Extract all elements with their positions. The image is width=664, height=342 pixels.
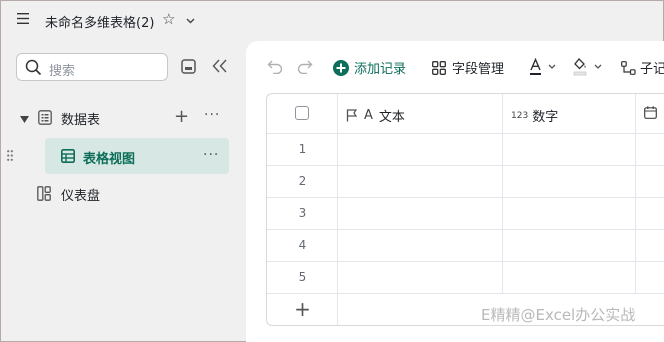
grid-view-icon — [61, 149, 75, 167]
table-row[interactable]: 2 — [267, 166, 664, 198]
star-icon[interactable]: ☆ — [162, 10, 175, 28]
cell-date[interactable] — [636, 230, 664, 261]
redo-icon[interactable] — [297, 60, 313, 74]
row-number: 1 — [298, 142, 307, 156]
table-row[interactable]: 1 — [267, 134, 664, 166]
font-color-button[interactable] — [529, 58, 559, 76]
table-row[interactable]: 3 — [267, 198, 664, 230]
title-bar: 未命名多维表格(2) ☆ — [1, 1, 664, 39]
add-record-label: 添加记录 — [354, 62, 407, 77]
chevron-down-icon[interactable] — [186, 13, 195, 28]
watermark: E精精@Excel办公实战 — [481, 306, 636, 324]
cell-text[interactable] — [338, 134, 503, 165]
hamburger-menu-icon[interactable] — [17, 13, 29, 28]
collapse-sidebar-icon[interactable] — [212, 59, 228, 77]
row-number: 5 — [298, 270, 307, 284]
cell-text[interactable] — [338, 166, 503, 197]
toolbar: 添加记录 字段管理 子记 — [246, 41, 664, 93]
header-row: A 文本 123 数字 — [267, 94, 664, 134]
more-icon[interactable]: ··· — [203, 147, 219, 163]
hierarchy-icon — [621, 60, 636, 75]
cell-date[interactable] — [636, 262, 664, 293]
dashboard-icon — [37, 186, 51, 205]
sidebar-item-label: 仪表盘 — [61, 189, 101, 204]
cell-text[interactable] — [338, 230, 503, 261]
sidebar-panel-icon[interactable] — [181, 59, 197, 79]
cell-date[interactable] — [636, 134, 664, 165]
sidebar-item-database[interactable]: 数据表 + ··· — [17, 105, 229, 131]
app-window: 未命名多维表格(2) ☆ 搜索 数据表 + ··· 表格视图 ··· 仪表盘 添… — [0, 0, 664, 342]
sidebar-item-dashboard[interactable]: 仪表盘 — [37, 184, 227, 206]
search-icon — [25, 59, 42, 76]
cell-text[interactable] — [338, 262, 503, 293]
caret-down-icon[interactable] — [20, 112, 29, 127]
text-type-icon: A — [364, 108, 373, 123]
table-row[interactable]: 5 — [267, 262, 664, 294]
select-all-checkbox[interactable] — [295, 106, 309, 120]
column-label: 数字 — [532, 110, 559, 125]
sidebar-item-label: 表格视图 — [83, 152, 136, 167]
field-manage-button[interactable]: 字段管理 — [432, 58, 504, 77]
data-grid: A 文本 123 数字 1 2 3 4 5 + — [266, 93, 664, 326]
column-header-date[interactable] — [636, 94, 664, 133]
more-icon[interactable]: ··· — [204, 107, 220, 123]
document-title[interactable]: 未命名多维表格(2) — [45, 12, 154, 31]
select-all-cell — [267, 94, 338, 133]
sidebar-item-grid-view[interactable]: 表格视图 ··· — [7, 138, 229, 174]
cell-date[interactable] — [636, 198, 664, 229]
cell-number[interactable] — [503, 134, 636, 165]
add-record-button[interactable]: 添加记录 — [333, 58, 406, 77]
table-list-icon — [38, 110, 52, 129]
fill-color-icon — [573, 58, 602, 76]
undo-icon[interactable] — [267, 60, 283, 74]
cell-number[interactable] — [503, 230, 636, 261]
grid-icon — [432, 60, 446, 75]
plus-circle-icon — [333, 59, 349, 76]
calendar-icon — [644, 106, 657, 119]
cell-number[interactable] — [503, 198, 636, 229]
row-number: 3 — [298, 206, 307, 220]
flag-icon — [346, 109, 358, 122]
row-number: 2 — [298, 174, 307, 188]
add-row-button[interactable]: + — [267, 294, 338, 325]
cell-date[interactable] — [636, 166, 664, 197]
table-row[interactable]: 4 — [267, 230, 664, 262]
font-color-icon — [530, 58, 556, 75]
search-placeholder: 搜索 — [49, 64, 76, 79]
cell-number[interactable] — [503, 166, 636, 197]
cell-text[interactable] — [338, 198, 503, 229]
column-header-number[interactable]: 123 数字 — [503, 94, 636, 133]
column-label: 文本 — [378, 110, 405, 125]
drag-handle-icon[interactable] — [7, 150, 13, 165]
add-icon[interactable]: + — [174, 106, 189, 127]
sub-record-label: 子记 — [640, 62, 664, 77]
search-input[interactable]: 搜索 — [16, 53, 168, 81]
main-panel: 添加记录 字段管理 子记 A 文本 123 数字 1 2 3 4 5 + — [246, 41, 664, 342]
column-header-text[interactable]: A 文本 — [338, 94, 503, 133]
number-type-icon: 123 — [511, 110, 529, 121]
sub-record-button[interactable]: 子记 — [621, 58, 664, 77]
cell-number[interactable] — [503, 262, 636, 293]
fill-color-button[interactable] — [573, 58, 605, 76]
row-number: 4 — [298, 238, 307, 252]
field-manage-label: 字段管理 — [452, 62, 505, 77]
sidebar-item-label: 数据表 — [61, 113, 101, 128]
